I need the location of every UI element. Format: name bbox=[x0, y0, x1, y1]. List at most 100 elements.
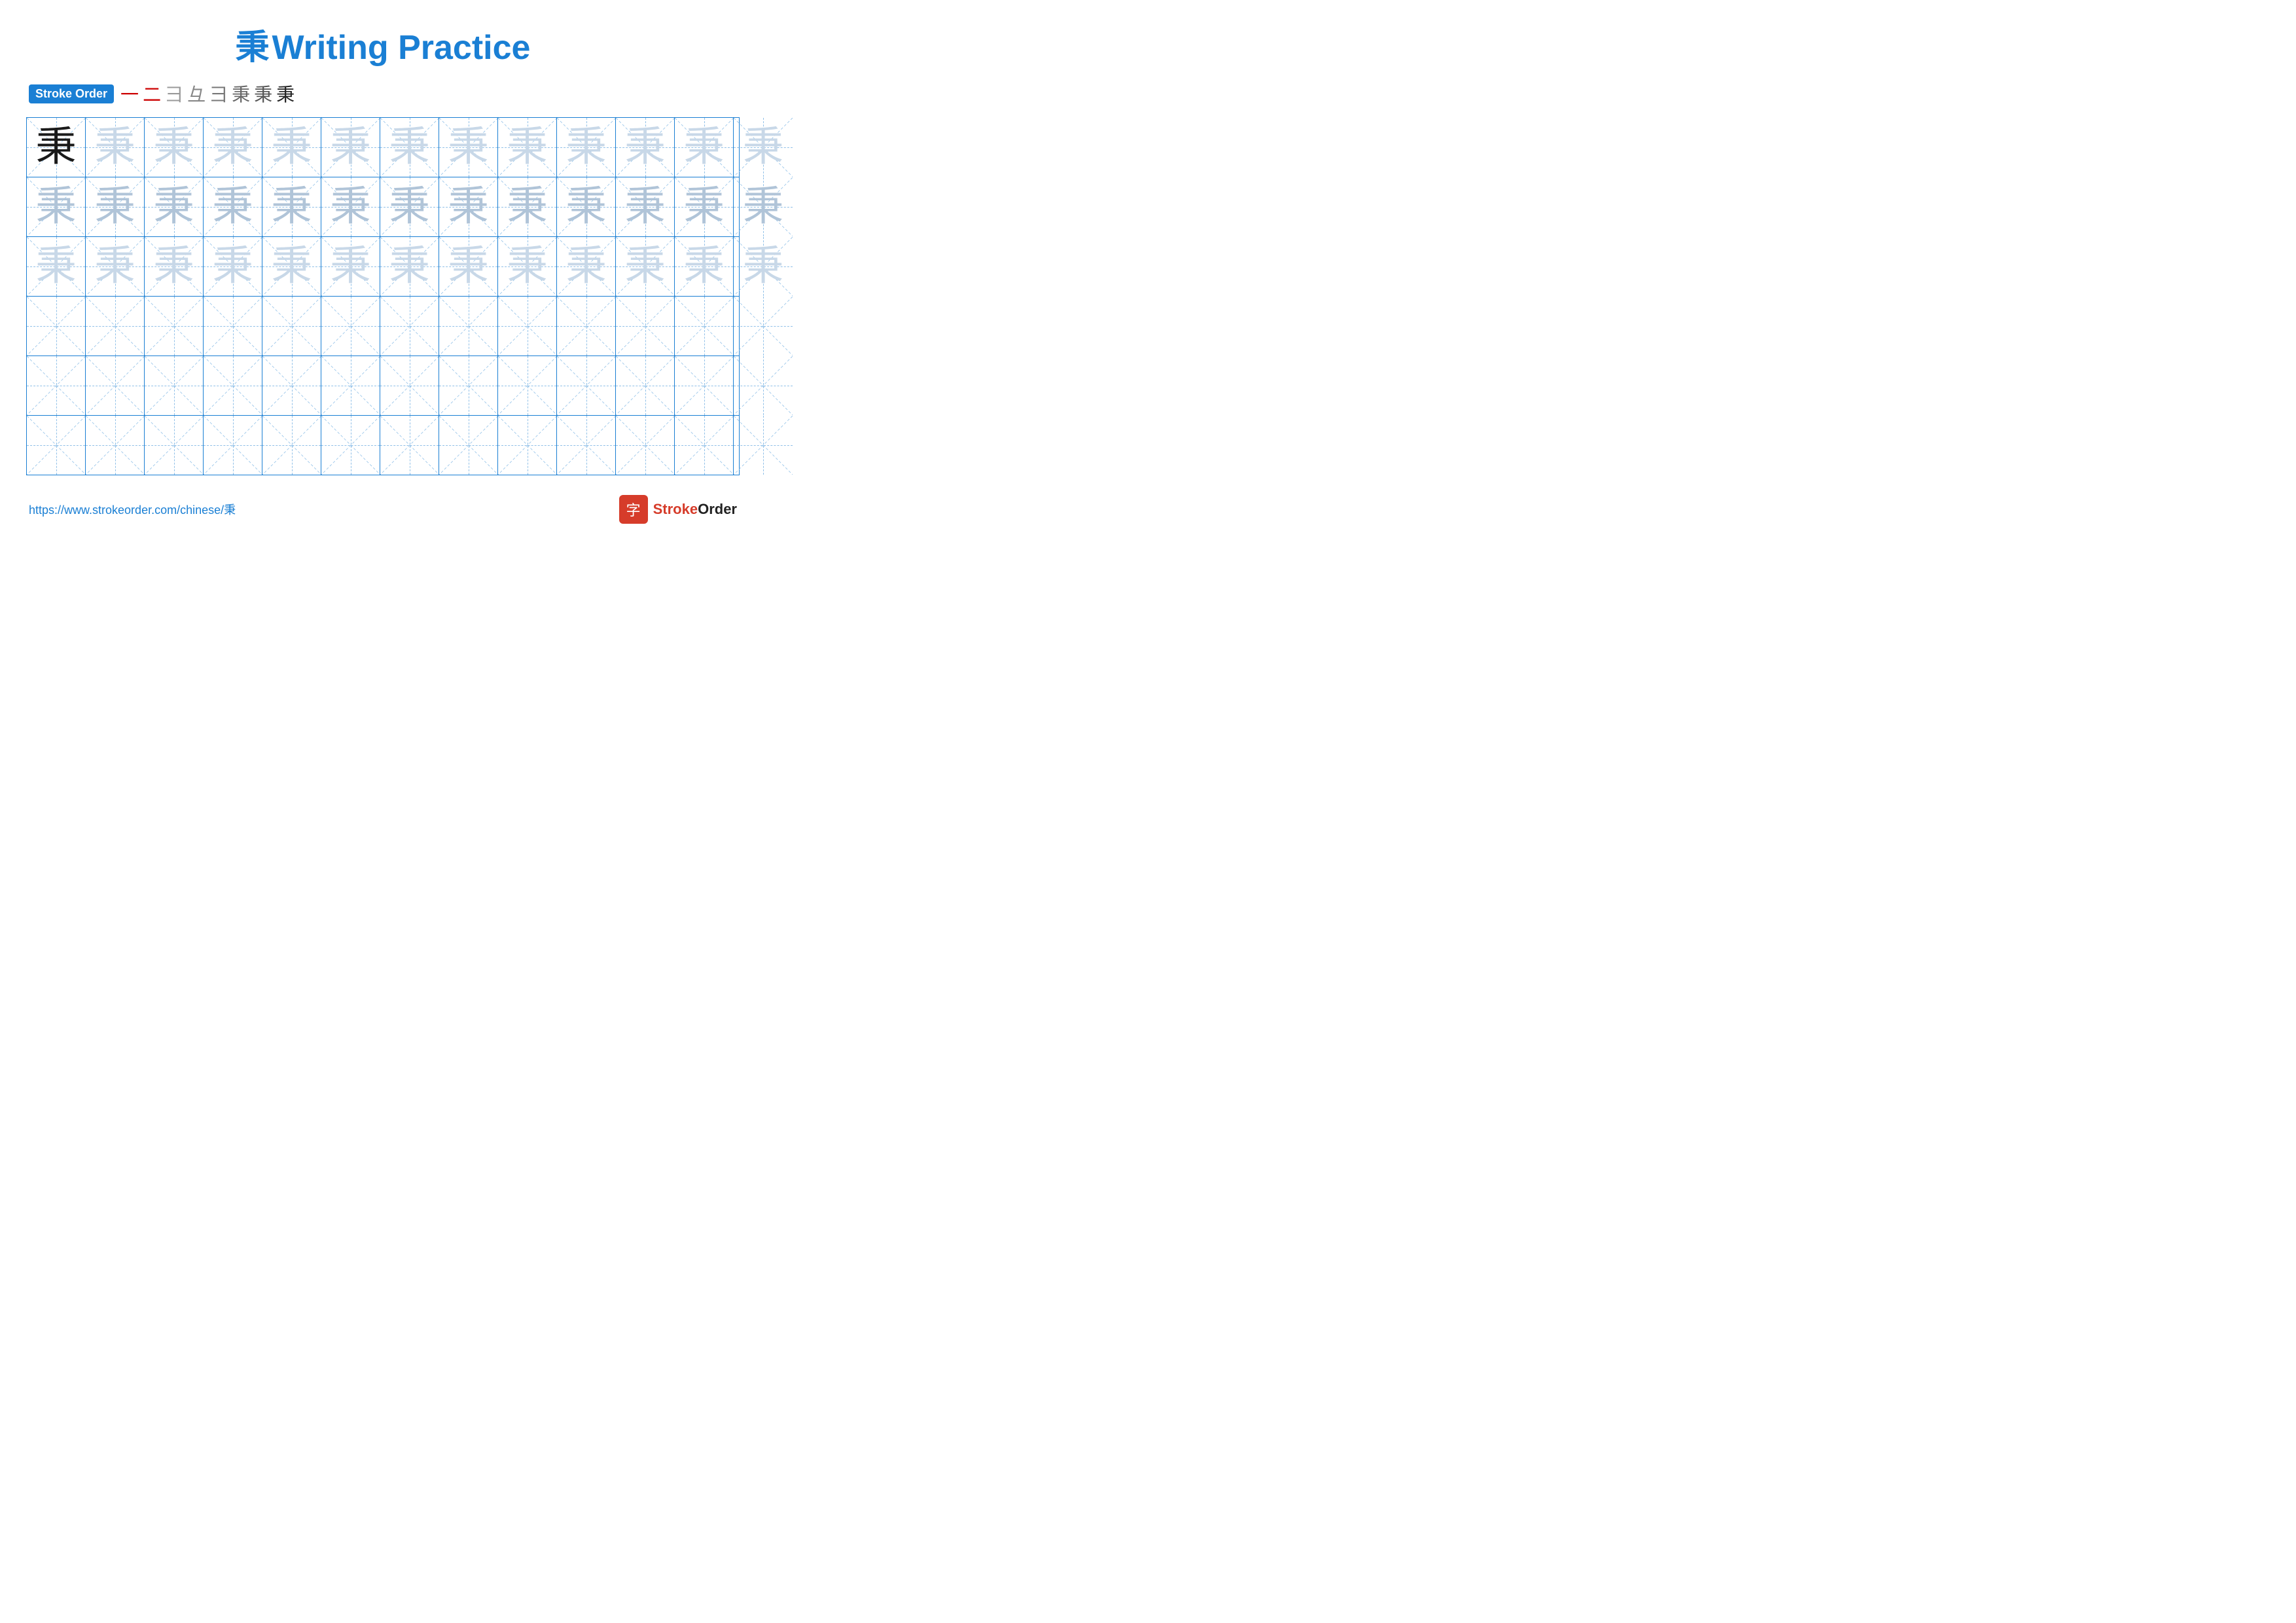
grid-cell-6-10 bbox=[557, 416, 616, 475]
grid-row-4 bbox=[27, 297, 739, 356]
grid-cell-4-1 bbox=[27, 297, 86, 356]
char-cell: 秉 bbox=[389, 187, 429, 227]
char-cell: 秉 bbox=[330, 187, 370, 227]
grid-row-3: 秉 秉 秉 秉 秉 秉 秉 秉 bbox=[27, 237, 739, 297]
grid-cell-2-8: 秉 bbox=[439, 177, 498, 236]
grid-cell-5-3 bbox=[145, 356, 204, 415]
grid-cell-3-1: 秉 bbox=[27, 237, 86, 296]
char-cell: 秉 bbox=[271, 127, 312, 168]
grid-cell-5-7 bbox=[380, 356, 439, 415]
char-cell: 秉 bbox=[212, 127, 253, 168]
grid-cell-2-1: 秉 bbox=[27, 177, 86, 236]
grid-cell-6-12 bbox=[675, 416, 734, 475]
grid-cell-5-6 bbox=[321, 356, 380, 415]
grid-cell-5-5 bbox=[262, 356, 321, 415]
grid-cell-3-7: 秉 bbox=[380, 237, 439, 296]
char-cell: 秉 bbox=[271, 187, 312, 227]
grid-cell-1-6: 秉 bbox=[321, 118, 380, 177]
grid-cell-2-3: 秉 bbox=[145, 177, 204, 236]
stroke-step-2: 二 bbox=[143, 81, 161, 107]
grid-cell-1-1: 秉 bbox=[27, 118, 86, 177]
grid-cell-6-7 bbox=[380, 416, 439, 475]
grid-cell-2-9: 秉 bbox=[498, 177, 557, 236]
grid-cell-3-5: 秉 bbox=[262, 237, 321, 296]
grid-cell-6-2 bbox=[86, 416, 145, 475]
footer-logo-text: StrokeOrder bbox=[653, 501, 737, 518]
grid-cell-4-4 bbox=[204, 297, 262, 356]
char-cell: 秉 bbox=[94, 127, 135, 168]
char-cell: 秉 bbox=[448, 246, 488, 287]
footer-logo: 字 StrokeOrder bbox=[619, 495, 737, 524]
char-cell: 秉 bbox=[330, 246, 370, 287]
grid-cell-4-12 bbox=[675, 297, 734, 356]
grid-cell-2-13: 秉 bbox=[734, 177, 793, 236]
grid-cell-4-3 bbox=[145, 297, 204, 356]
grid-cell-4-7 bbox=[380, 297, 439, 356]
char-cell: 秉 bbox=[153, 127, 194, 168]
char-cell: 秉 bbox=[35, 246, 76, 287]
grid-cell-5-10 bbox=[557, 356, 616, 415]
char-cell: 秉 bbox=[565, 127, 606, 168]
grid-row-1: 秉 秉 秉 秉 秉 秉 秉 秉 bbox=[27, 118, 739, 177]
grid-cell-4-11 bbox=[616, 297, 675, 356]
char-cell: 秉 bbox=[743, 187, 783, 227]
char-cell: 秉 bbox=[683, 187, 724, 227]
stroke-order-row: Stroke Order 一 二 彐 彑 彐 秉 秉 秉 bbox=[26, 81, 740, 107]
strokeorder-logo-icon: 字 bbox=[619, 495, 648, 524]
footer-logo-stroke: Stroke bbox=[653, 501, 698, 517]
char-cell: 秉 bbox=[212, 187, 253, 227]
grid-cell-4-8 bbox=[439, 297, 498, 356]
grid-cell-1-8: 秉 bbox=[439, 118, 498, 177]
grid-cell-5-9 bbox=[498, 356, 557, 415]
grid-cell-5-13 bbox=[734, 356, 793, 415]
char-cell: 秉 bbox=[507, 127, 547, 168]
char-cell: 秉 bbox=[94, 187, 135, 227]
char-cell: 秉 bbox=[683, 127, 724, 168]
grid-cell-1-13: 秉 bbox=[734, 118, 793, 177]
char-cell: 秉 bbox=[624, 187, 665, 227]
char-cell: 秉 bbox=[507, 246, 547, 287]
grid-cell-4-2 bbox=[86, 297, 145, 356]
grid-cell-6-8 bbox=[439, 416, 498, 475]
stroke-order-badge: Stroke Order bbox=[29, 84, 114, 103]
stroke-step-4: 彑 bbox=[187, 81, 206, 107]
char-cell: 秉 bbox=[507, 187, 547, 227]
grid-cell-4-10 bbox=[557, 297, 616, 356]
grid-cell-1-3: 秉 bbox=[145, 118, 204, 177]
char-cell: 秉 bbox=[330, 127, 370, 168]
grid-cell-1-4: 秉 bbox=[204, 118, 262, 177]
stroke-sequence: 一 二 彐 彑 彐 秉 秉 秉 bbox=[120, 81, 295, 107]
grid-cell-5-4 bbox=[204, 356, 262, 415]
grid-cell-3-9: 秉 bbox=[498, 237, 557, 296]
grid-cell-6-11 bbox=[616, 416, 675, 475]
char-cell: 秉 bbox=[743, 127, 783, 168]
grid-cell-2-5: 秉 bbox=[262, 177, 321, 236]
footer-url[interactable]: https://www.strokeorder.com/chinese/秉 bbox=[29, 501, 236, 518]
page-title: 秉 Writing Practice bbox=[26, 20, 740, 69]
grid-cell-3-3: 秉 bbox=[145, 237, 204, 296]
char-cell: 秉 bbox=[35, 127, 76, 168]
stroke-step-3: 彐 bbox=[165, 81, 183, 107]
grid-cell-6-1 bbox=[27, 416, 86, 475]
char-cell: 秉 bbox=[448, 127, 488, 168]
char-cell: 秉 bbox=[565, 187, 606, 227]
char-cell: 秉 bbox=[448, 187, 488, 227]
footer: https://www.strokeorder.com/chinese/秉 字 … bbox=[26, 495, 740, 524]
grid-row-5 bbox=[27, 356, 739, 416]
grid-cell-3-13: 秉 bbox=[734, 237, 793, 296]
stroke-step-5: 彐 bbox=[209, 81, 228, 107]
grid-cell-2-7: 秉 bbox=[380, 177, 439, 236]
char-cell: 秉 bbox=[624, 127, 665, 168]
grid-cell-6-3 bbox=[145, 416, 204, 475]
grid-cell-6-6 bbox=[321, 416, 380, 475]
grid-cell-5-1 bbox=[27, 356, 86, 415]
practice-character: 秉 bbox=[236, 29, 270, 67]
grid-cell-3-4: 秉 bbox=[204, 237, 262, 296]
grid-cell-2-10: 秉 bbox=[557, 177, 616, 236]
stroke-step-8: 秉 bbox=[276, 81, 295, 107]
grid-cell-4-5 bbox=[262, 297, 321, 356]
grid-row-2: 秉 秉 秉 秉 秉 秉 秉 秉 bbox=[27, 177, 739, 237]
char-cell: 秉 bbox=[35, 187, 76, 227]
char-cell: 秉 bbox=[271, 246, 312, 287]
grid-cell-2-11: 秉 bbox=[616, 177, 675, 236]
